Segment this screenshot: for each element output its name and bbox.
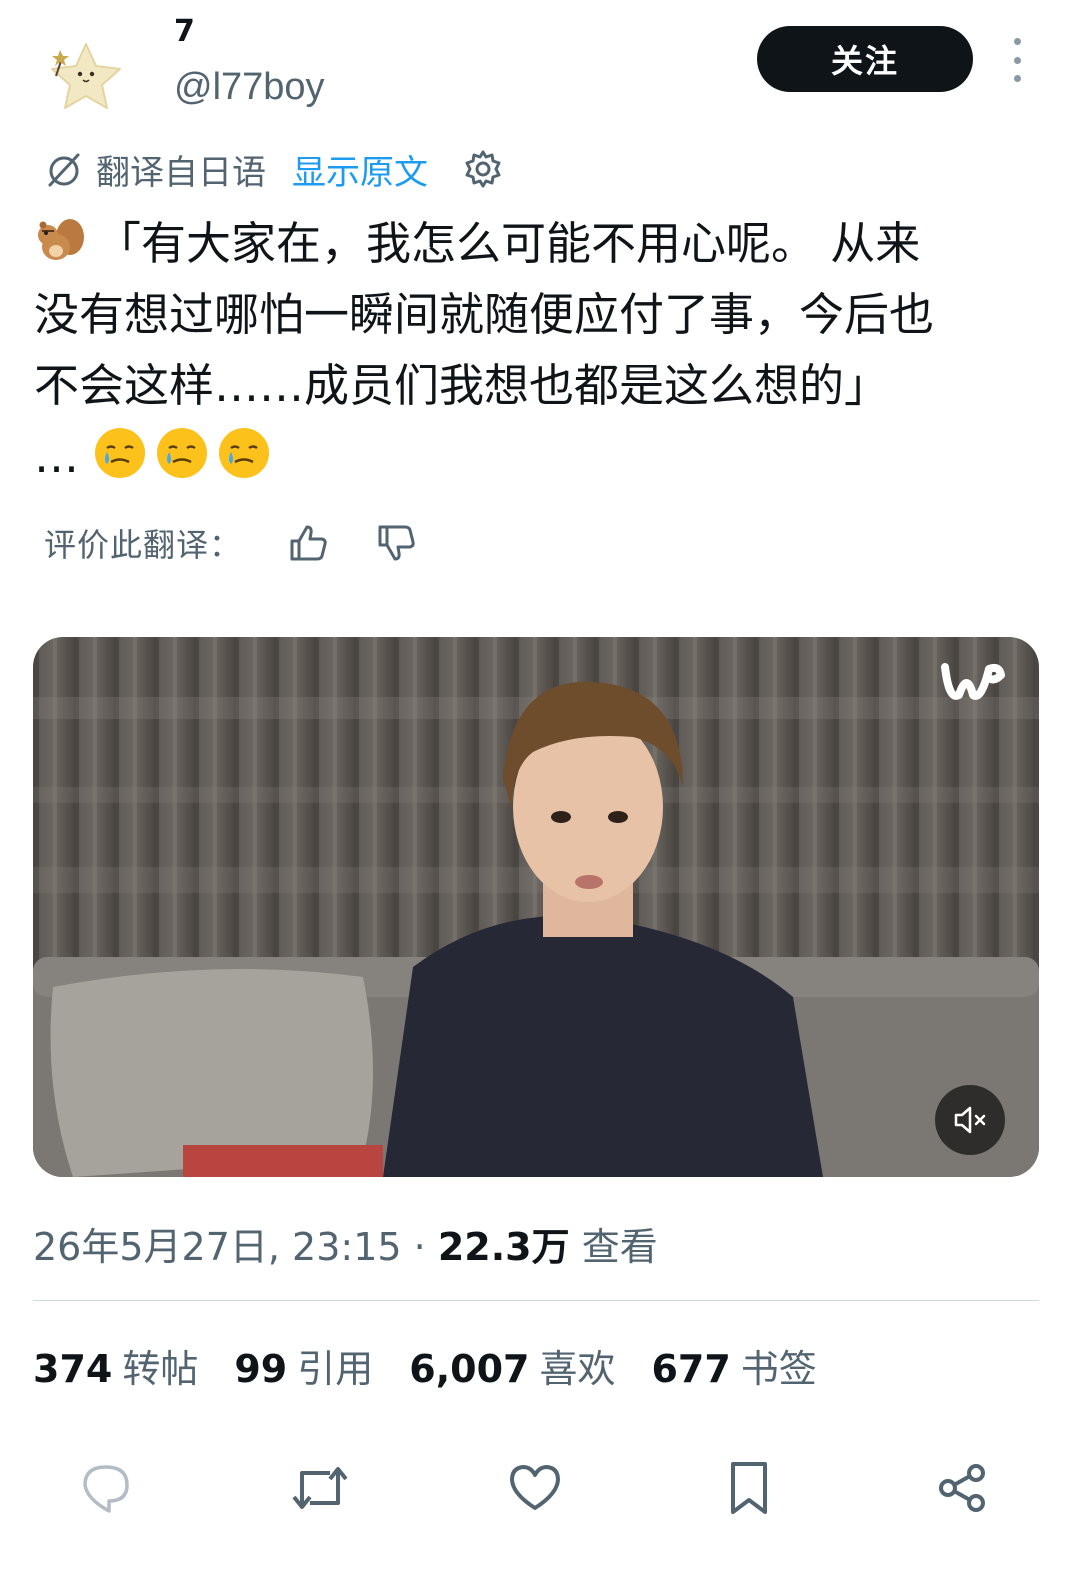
bookmark-icon [731, 1462, 767, 1514]
display-name[interactable]: 7 [174, 14, 195, 49]
views-count: 22.3万 [437, 1225, 570, 1269]
thumbs-up-icon[interactable] [286, 521, 330, 565]
tweet-line-3: 不会这样……成员们我想也都是这么想的」 [34, 359, 890, 412]
video-player[interactable] [33, 637, 1039, 1177]
tweet-line-2: 没有想过哪怕一瞬间就随便应付了事，今后也 [34, 288, 935, 341]
stat-reposts-count: 374 [33, 1347, 113, 1391]
translate-icon [48, 153, 80, 187]
reply-icon [83, 1465, 129, 1513]
rate-translation: 评价此翻译： [44, 516, 418, 570]
divider [33, 1300, 1039, 1301]
tweet-line-1: 「有大家在，我怎么可能不用心呢。 从来 [34, 208, 1034, 279]
stat-likes-label: 喜欢 [539, 1347, 616, 1391]
meta-separator: · [413, 1225, 426, 1269]
avatar[interactable] [40, 30, 132, 122]
share-button[interactable] [933, 1458, 993, 1518]
stat-bookmarks-label: 书签 [740, 1347, 817, 1391]
tweet-line-4-text: … [34, 430, 79, 483]
tweet-text: 「有大家在，我怎么可能不用心呢。 从来 没有想过哪怕一瞬间就随便应付了事，今后也… [34, 208, 1034, 492]
repost-icon [292, 1467, 348, 1509]
follow-button[interactable]: 关注 [757, 26, 973, 92]
bookmark-button[interactable] [719, 1458, 779, 1518]
translated-from-label: 翻译自日语 [96, 152, 266, 193]
stat-likes-count: 6,007 [409, 1347, 530, 1391]
like-icon [510, 1465, 560, 1510]
mute-button[interactable] [935, 1085, 1005, 1155]
star-plush-avatar-icon [51, 43, 121, 109]
user-handle[interactable]: @l77boy [174, 66, 325, 109]
show-original-link[interactable]: 显示原文 [292, 145, 428, 194]
tearful-face-emoji-icon [157, 428, 208, 478]
like-button[interactable] [505, 1458, 565, 1518]
tweet-line-4: … [34, 421, 1034, 492]
chipmunk-emoji-icon [38, 219, 84, 260]
stat-bookmarks-count: 677 [651, 1347, 731, 1391]
repost-button[interactable] [290, 1458, 350, 1518]
stat-bookmarks[interactable]: 677 书签 [651, 1338, 816, 1393]
speaker-muted-icon [954, 1106, 986, 1134]
stat-quotes-label: 引用 [297, 1347, 374, 1391]
views-label: 查看 [581, 1225, 658, 1269]
reply-button[interactable] [76, 1458, 136, 1518]
tweet-meta: 26年5月27日, 23:15 · 22.3万 查看 [33, 1216, 658, 1271]
thumbs-down-icon[interactable] [374, 521, 418, 565]
tearful-face-emoji-icon [219, 428, 270, 478]
stat-quotes-count: 99 [234, 1347, 288, 1391]
engagement-stats: 374 转帖 99 引用 6,007 喜欢 677 书签 [33, 1338, 853, 1393]
video-frame [33, 637, 1039, 1177]
stat-reposts[interactable]: 374 转帖 [33, 1338, 198, 1393]
share-icon [939, 1464, 985, 1512]
stat-quotes[interactable]: 99 引用 [234, 1338, 373, 1393]
rate-translation-label: 评价此翻译： [44, 526, 243, 564]
stat-reposts-label: 转帖 [122, 1347, 199, 1391]
more-options-icon[interactable] [1002, 38, 1032, 82]
tweet-line-1-text: 「有大家在，我怎么可能不用心呢。 从来 [96, 217, 921, 270]
translation-bar: 翻译自日语 显示原文 [44, 145, 504, 194]
tearful-face-emoji-icon [95, 428, 146, 478]
post-date-time[interactable]: 26年5月27日, 23:15 [33, 1225, 402, 1269]
gear-icon[interactable] [462, 148, 504, 190]
weverse-logo-icon [941, 663, 1005, 700]
stat-likes[interactable]: 6,007 喜欢 [409, 1338, 615, 1393]
